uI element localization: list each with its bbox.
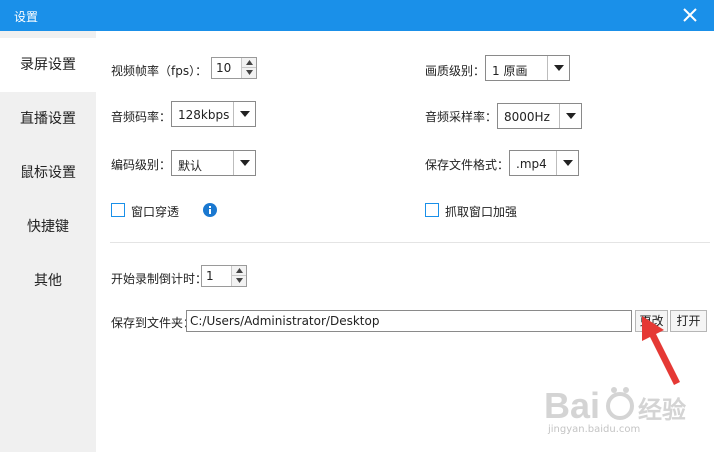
chevron-down-icon (240, 111, 250, 117)
audio-bitrate-label: 音频码率： (111, 110, 172, 124)
sidebar-item-mouse-settings[interactable]: 鼠标设置 (0, 146, 96, 200)
svg-text:Bai: Bai (544, 385, 600, 426)
save-folder-label: 保存到文件夹： (111, 316, 196, 330)
countdown-label: 开始录制倒计时： (111, 272, 208, 286)
triangle-down-icon (235, 278, 243, 283)
sample-rate-dropdown-button[interactable] (559, 104, 581, 128)
sidebar-item-live-settings[interactable]: 直播设置 (0, 92, 96, 146)
quality-label: 画质级别： (425, 64, 486, 78)
countdown-increment-button[interactable] (232, 266, 246, 276)
close-icon[interactable] (680, 5, 700, 25)
audio-bitrate-dropdown-button[interactable] (233, 102, 255, 126)
encode-level-select[interactable]: 默认 (171, 150, 256, 176)
sample-rate-label: 音频采样率： (425, 110, 498, 124)
title-bar: 设置 (0, 0, 714, 31)
fps-increment-button[interactable] (242, 58, 256, 68)
window-title: 设置 (14, 10, 39, 24)
file-format-select[interactable]: .mp4 (509, 150, 579, 176)
save-folder-input[interactable]: C:/Users/Administrator/Desktop (186, 310, 632, 332)
sidebar-item-record-settings[interactable]: 录屏设置 (0, 38, 96, 92)
chevron-down-icon (563, 160, 573, 166)
fps-value: 10 (216, 61, 232, 75)
fps-decrement-button[interactable] (242, 68, 256, 78)
file-format-dropdown-button[interactable] (556, 151, 578, 175)
watermark-url: jingyan.baidu.com (548, 424, 641, 435)
sidebar-item-other[interactable]: 其他 (0, 254, 96, 308)
chevron-down-icon (240, 160, 250, 166)
file-format-value: .mp4 (516, 157, 547, 171)
fps-label: 视频帧率（fps）： (111, 64, 208, 78)
info-icon[interactable] (203, 203, 217, 217)
save-folder-value: C:/Users/Administrator/Desktop (190, 314, 380, 328)
triangle-down-icon (245, 70, 253, 75)
quality-select[interactable]: 1 原画 (485, 55, 570, 81)
countdown-value: 1 (206, 269, 214, 283)
encode-level-dropdown-button[interactable] (233, 151, 255, 175)
window-penetrate-checkbox[interactable] (111, 203, 125, 217)
sample-rate-select[interactable]: 8000Hz (497, 103, 582, 129)
capture-boost-checkbox[interactable] (425, 203, 439, 217)
sidebar: 录屏设置 直播设置 鼠标设置 快捷键 其他 (0, 31, 96, 452)
sample-rate-value: 8000Hz (504, 110, 550, 124)
svg-text:经验: 经验 (638, 396, 686, 424)
encode-level-label: 编码级别： (111, 158, 172, 172)
quality-dropdown-button[interactable] (547, 56, 569, 80)
audio-bitrate-select[interactable]: 128kbps (171, 101, 256, 127)
countdown-decrement-button[interactable] (232, 276, 246, 286)
file-format-label: 保存文件格式： (425, 158, 510, 172)
section-divider (110, 242, 710, 243)
encode-level-value: 默认 (178, 159, 203, 173)
triangle-up-icon (245, 60, 253, 65)
audio-bitrate-value: 128kbps (178, 108, 230, 122)
window-penetrate-label: 窗口穿透 (131, 205, 180, 219)
countdown-stepper[interactable]: 1 (201, 265, 247, 287)
quality-value: 1 原画 (492, 64, 528, 78)
chevron-down-icon (566, 113, 576, 119)
chevron-down-icon (554, 65, 564, 71)
capture-boost-label: 抓取窗口加强 (445, 205, 518, 219)
triangle-up-icon (235, 268, 243, 273)
fps-stepper[interactable]: 10 (211, 57, 257, 79)
sidebar-item-hotkeys[interactable]: 快捷键 (0, 200, 96, 254)
